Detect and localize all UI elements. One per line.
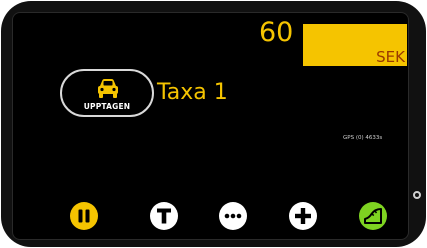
more-dots-icon	[219, 202, 247, 230]
status-label: UPPTAGEN	[83, 102, 131, 111]
pause-button[interactable]	[69, 201, 99, 231]
plus-icon	[289, 202, 317, 230]
status-button[interactable]: UPPTAGEN	[60, 69, 154, 117]
speed-button[interactable]	[358, 201, 388, 231]
pause-icon	[70, 202, 98, 230]
car-icon	[96, 77, 120, 99]
add-button[interactable]	[288, 201, 318, 231]
taxi-name: Taxa 1	[157, 80, 228, 105]
side-button[interactable]	[413, 191, 421, 199]
speed-ramp-icon	[359, 202, 387, 230]
letter-t-icon	[150, 202, 178, 230]
fare-display: SEK	[303, 24, 407, 66]
tariff-button[interactable]	[149, 201, 179, 231]
more-button[interactable]	[218, 201, 248, 231]
gps-status: GPS (0) 4633s	[343, 135, 383, 141]
device-frame: 60 SEK UPPTAGEN Taxa 1 GPS (0) 4633s	[1, 1, 426, 247]
currency-label: SEK	[376, 48, 405, 66]
meter-screen: 60 SEK UPPTAGEN Taxa 1 GPS (0) 4633s	[12, 12, 409, 240]
meter-count: 60	[259, 17, 294, 48]
